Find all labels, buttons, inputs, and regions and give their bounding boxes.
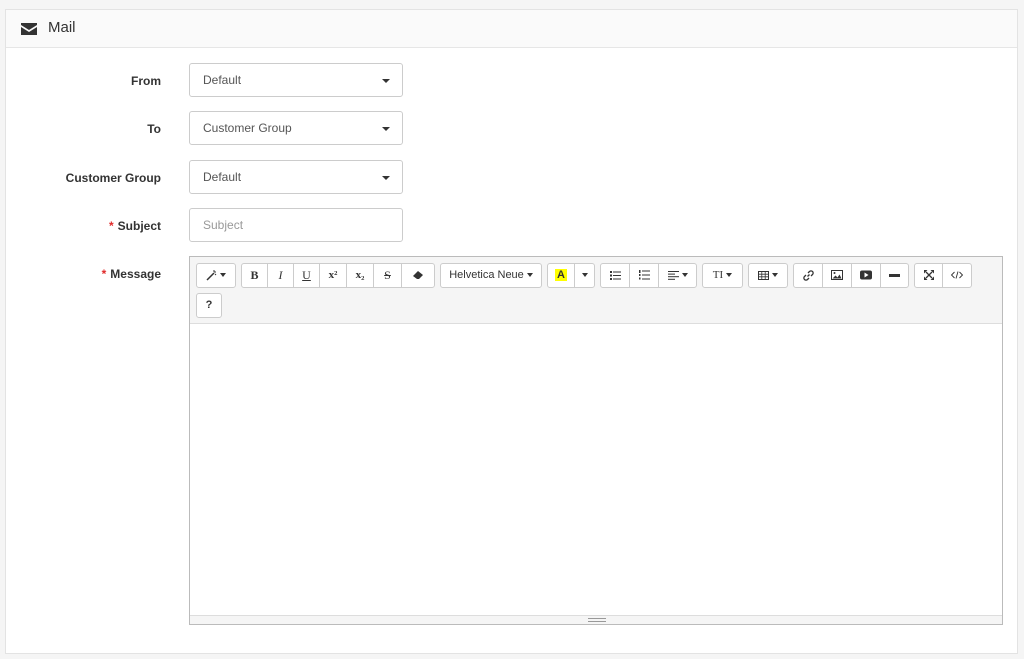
fullscreen-icon <box>923 270 934 281</box>
link-icon <box>802 269 814 281</box>
minus-icon <box>889 273 900 277</box>
table-icon <box>758 270 769 280</box>
chevron-down-icon <box>382 127 390 131</box>
subject-label: * Subject <box>109 219 161 233</box>
bold-button[interactable]: B <box>241 263 268 288</box>
picture-button[interactable] <box>822 263 852 288</box>
from-select[interactable]: Default <box>189 63 403 97</box>
code-icon <box>951 271 963 279</box>
ordered-list-button[interactable] <box>629 263 659 288</box>
horizontal-rule-button[interactable] <box>880 263 909 288</box>
customer-group-label: Customer Group <box>65 171 161 185</box>
subject-label-text: Subject <box>117 219 161 233</box>
mail-panel: Mail From Default To Customer Group Cust… <box>5 9 1018 654</box>
magic-wand-icon <box>206 269 217 281</box>
required-mark: * <box>101 267 107 281</box>
align-left-icon <box>667 270 679 280</box>
required-mark: * <box>108 219 114 233</box>
editor-toolbar: B I U x² x₂ S Helvetica Neue A TI ? <box>190 257 1002 324</box>
resize-handle[interactable] <box>588 618 606 622</box>
code-view-button[interactable] <box>942 263 972 288</box>
table-button[interactable] <box>748 263 788 288</box>
style-button[interactable] <box>196 263 236 288</box>
customer-group-select-value: Default <box>203 170 242 184</box>
list-ol-icon <box>638 270 650 280</box>
superscript-button[interactable]: x² <box>319 263 347 288</box>
italic-button[interactable]: I <box>267 263 294 288</box>
clear-format-button[interactable] <box>401 263 435 288</box>
message-label-text: Message <box>110 267 161 281</box>
eraser-icon <box>412 270 423 279</box>
underline-button[interactable]: U <box>293 263 320 288</box>
customer-group-select[interactable]: Default <box>189 160 403 194</box>
fullscreen-button[interactable] <box>914 263 943 288</box>
envelope-icon <box>21 23 37 35</box>
font-name-button[interactable]: Helvetica Neue <box>440 263 542 288</box>
strikethrough-button[interactable]: S <box>373 263 402 288</box>
subscript-button[interactable]: x₂ <box>346 263 374 288</box>
paragraph-align-button[interactable] <box>658 263 697 288</box>
message-edit-area[interactable] <box>190 324 1002 616</box>
panel-title: Mail <box>48 19 76 36</box>
from-select-value: Default <box>203 73 242 87</box>
line-height-button[interactable]: TI <box>702 263 743 288</box>
font-name-label: Helvetica Neue <box>449 269 524 281</box>
highlight-color-swatch: A <box>555 269 567 281</box>
link-button[interactable] <box>793 263 823 288</box>
chevron-down-icon <box>382 79 390 83</box>
recent-color-button[interactable]: A <box>547 263 575 288</box>
chevron-down-icon <box>382 176 390 180</box>
video-icon <box>860 270 872 280</box>
to-label: To <box>147 122 161 136</box>
message-editor: B I U x² x₂ S Helvetica Neue A TI ? <box>189 256 1003 625</box>
to-select[interactable]: Customer Group <box>189 111 403 145</box>
subject-placeholder: Subject <box>203 218 244 232</box>
from-label: From <box>131 74 161 88</box>
list-ul-icon <box>609 270 621 280</box>
help-button[interactable]: ? <box>196 293 222 318</box>
editor-statusbar <box>190 615 1002 624</box>
panel-heading: Mail <box>6 10 1017 48</box>
to-select-value: Customer Group <box>203 121 292 135</box>
image-icon <box>831 270 843 281</box>
color-dropdown-button[interactable] <box>574 263 595 288</box>
message-label: * Message <box>102 267 161 281</box>
unordered-list-button[interactable] <box>600 263 630 288</box>
line-height-label: TI <box>712 269 724 281</box>
video-button[interactable] <box>851 263 881 288</box>
subject-input[interactable]: Subject <box>189 208 403 242</box>
